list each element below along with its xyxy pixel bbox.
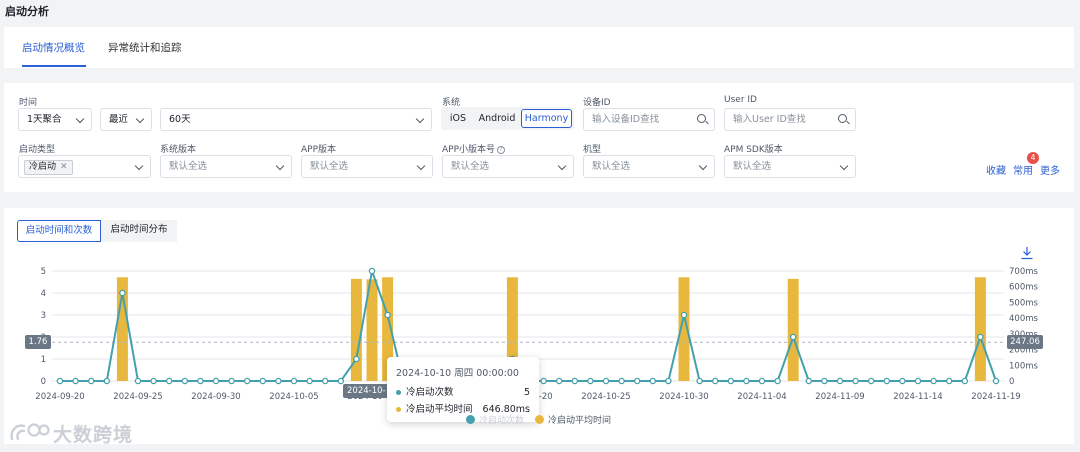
y-left-tick-label: 5 (41, 267, 46, 277)
y-right-tick-label: 600ms (1009, 283, 1039, 293)
data-point (181, 377, 189, 385)
data-point (743, 377, 750, 385)
data-point (353, 355, 360, 363)
data-point (727, 377, 735, 385)
data-point (977, 333, 984, 341)
data-point (587, 377, 594, 385)
data-point (992, 377, 1000, 385)
data-point (212, 377, 220, 385)
x-tick-label: 2024-11-09 (815, 392, 864, 402)
tooltip-title: 2024-10-10 周四 00:00:00 (396, 368, 519, 379)
data-point (119, 289, 126, 297)
data-point (103, 377, 111, 385)
y-left-tick-label: 3 (41, 311, 46, 321)
y-right-tick-label: 700ms (1009, 267, 1039, 277)
x-tick-label: 2024-09-25 (113, 392, 162, 402)
reference-left-label: 1.76 (25, 335, 51, 349)
legend-item-avg-time[interactable]: 冷启动平均时间 (535, 413, 611, 426)
x-tick-label: 2024-10-30 (659, 392, 708, 402)
x-tick-label: 2024-11-04 (737, 392, 786, 402)
data-point (680, 311, 688, 319)
data-point (540, 377, 547, 385)
y-right-tick-label: 500ms (1009, 298, 1039, 308)
data-point (72, 377, 79, 385)
data-point (134, 377, 142, 385)
x-tick-label: 2024-10-25 (581, 392, 630, 402)
data-point (805, 377, 813, 385)
data-point (368, 267, 376, 275)
hover-x-label: 2024-10-10 (343, 384, 389, 410)
data-point (87, 377, 95, 385)
data-point (243, 377, 251, 385)
data-point (571, 377, 579, 385)
y-left-tick-label: 4 (41, 289, 46, 299)
tooltip-series-name: 冷启动次数 (406, 387, 454, 398)
x-tick-label: 2024-10-05 (269, 392, 318, 402)
data-point (259, 377, 267, 385)
x-tick-label: 2024-11-14 (893, 392, 942, 402)
data-point (602, 377, 610, 385)
right-axis-ticks: 0100ms200ms300ms400ms500ms600ms700ms (1009, 267, 1039, 387)
data-point (930, 377, 937, 385)
data-point (321, 377, 329, 385)
tooltip-series-name: 冷启动平均时间 (406, 404, 473, 415)
data-point (290, 377, 298, 385)
tooltip-series-value: 5 (523, 387, 530, 398)
data-point (197, 377, 204, 385)
data-point (821, 377, 828, 385)
data-point (867, 377, 875, 385)
data-point (618, 377, 625, 385)
data-point (852, 377, 859, 385)
launch-chart: 012345 0100ms200ms300ms400ms500ms600ms70… (35, 267, 1039, 402)
left-axis-ticks: 012345 (41, 267, 46, 387)
data-point (665, 377, 672, 385)
legend-label: 冷启动次数 (479, 416, 525, 426)
data-point (228, 377, 235, 385)
reference-right-label: 247.06 (1007, 335, 1043, 349)
y-left-tick-label: 0 (41, 377, 46, 387)
y-right-tick-label: 100ms (1009, 361, 1039, 371)
y-left-tick-label: 1 (41, 355, 46, 365)
data-point (696, 377, 703, 385)
x-tick-label: 2024-11-19 (971, 392, 1020, 402)
data-point (945, 377, 953, 385)
legend-dot (535, 415, 544, 424)
data-point (711, 377, 719, 385)
bar (787, 278, 799, 381)
data-point (337, 377, 345, 385)
watermark-logo-icon (10, 423, 50, 441)
watermark-text: 大数跨境 (53, 424, 134, 446)
data-point (306, 377, 313, 385)
legend-dot (466, 415, 475, 424)
data-point (789, 333, 797, 341)
legend-label: 冷启动平均时间 (548, 416, 612, 426)
data-point (56, 377, 64, 385)
data-point (633, 377, 641, 385)
data-point (914, 377, 922, 385)
series-dot (396, 407, 401, 412)
data-point (883, 377, 891, 385)
y-right-tick-label: 0 (1009, 377, 1014, 387)
data-point (275, 377, 282, 385)
data-point (384, 311, 391, 319)
data-point (649, 377, 657, 385)
data-point (836, 377, 844, 385)
data-point (150, 377, 157, 385)
data-point (758, 377, 766, 385)
x-tick-label: 2024-09-30 (191, 392, 240, 402)
data-point (165, 377, 173, 385)
tooltip-row: 冷启动次数 5 (396, 384, 530, 401)
data-point (774, 377, 781, 385)
legend-item-count[interactable]: 冷启动次数 (466, 413, 524, 426)
data-point (555, 377, 563, 385)
bar (974, 277, 986, 381)
series-dot (396, 390, 401, 395)
y-right-tick-label: 400ms (1009, 314, 1039, 324)
x-tick-label: 2024-09-20 (35, 392, 84, 402)
data-point (899, 377, 906, 385)
data-point (961, 377, 969, 385)
